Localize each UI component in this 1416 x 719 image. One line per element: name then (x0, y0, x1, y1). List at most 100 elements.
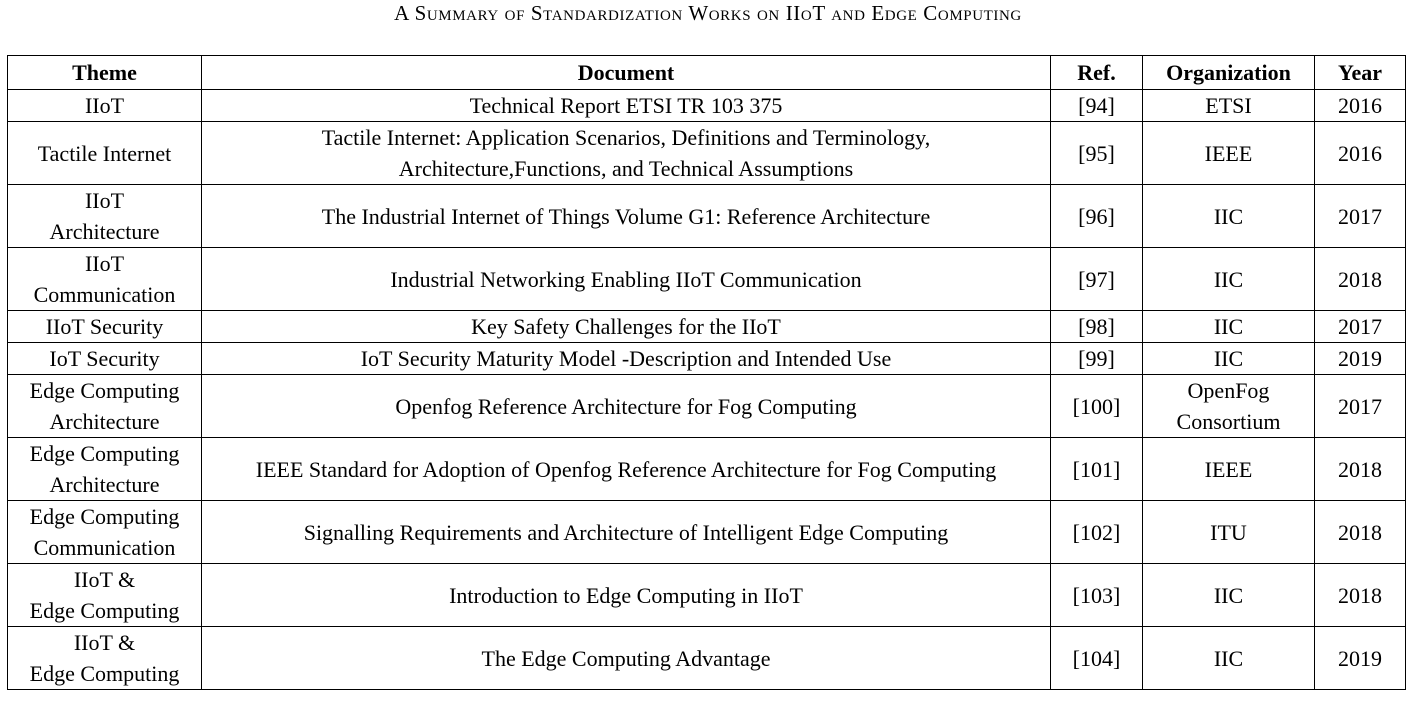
table-row: Edge Computing Architecture Openfog Refere… (7, 374, 1406, 438)
cell-document: IoT Security Maturity Model -Description… (201, 342, 1051, 375)
cell-theme: Edge Computing Communication (7, 500, 202, 564)
cell-theme: IIoT (7, 89, 202, 122)
cell-organization: OpenFog Consortium (1142, 374, 1315, 438)
cell-theme: Tactile Internet (7, 121, 202, 185)
cell-theme: IIoT & Edge Computing (7, 626, 202, 690)
header-row: Theme Document Ref. Organization Year (7, 55, 1406, 90)
cell-document-line: Key Safety Challenges for the IIoT (471, 314, 781, 339)
cell-document-line: Technical Report ETSI TR 103 375 (469, 93, 783, 118)
table-row: IoT Security IoT Security Maturity Model … (7, 342, 1406, 375)
cell-year: 2019 (1314, 342, 1406, 375)
cell-theme-line: Edge Computing (29, 504, 180, 529)
cell-theme-line: Architecture (49, 472, 160, 497)
cell-document-line: Openfog Reference Architecture for Fog C… (395, 393, 857, 419)
cell-ref: [99] (1050, 342, 1143, 375)
cell-theme-line: IIoT (84, 251, 125, 276)
table-header: Theme Document Ref. Organization Year (7, 55, 1406, 90)
cell-ref: [95] (1050, 121, 1143, 185)
cell-document: IEEE Standard for Adoption of Openfog Re… (201, 437, 1051, 501)
table-row: IIoT & Edge Computing The Edge Computing A… (7, 626, 1406, 690)
cell-year: 2016 (1314, 121, 1406, 185)
cell-theme-line: Communication (33, 535, 176, 560)
cell-organization: IIC (1142, 247, 1315, 311)
cell-document: Openfog Reference Architecture for Fog C… (201, 374, 1051, 438)
cell-document: Signalling Requirements and Architecture… (201, 500, 1051, 564)
cell-organization-line: IIC (1213, 266, 1244, 292)
header-year: Year (1314, 55, 1406, 90)
cell-organization: IIC (1142, 626, 1315, 690)
table-row: Tactile Internet Tactile Internet: Applic… (7, 121, 1406, 185)
table-row: IIoT Communication Industrial Networking E… (7, 247, 1406, 311)
cell-year: 2018 (1314, 247, 1406, 311)
header-ref: Ref. (1050, 55, 1143, 90)
cell-ref: [98] (1050, 310, 1143, 343)
cell-theme-line: Architecture (49, 409, 160, 434)
cell-document: Industrial Networking Enabling IIoT Comm… (201, 247, 1051, 311)
table-caption: A Summary of Standardization Works on II… (394, 1, 1022, 25)
cell-organization: IEEE (1142, 121, 1315, 185)
cell-organization: ETSI (1142, 89, 1315, 122)
cell-organization-line: OpenFog (1187, 378, 1270, 403)
header-document: Document (201, 55, 1051, 90)
cell-document-line: Architecture,Functions, and Technical As… (398, 156, 854, 181)
table-row: IIoT Architecture The Industrial Internet … (7, 184, 1406, 248)
cell-theme-line: Edge Computing (29, 661, 180, 686)
table-row: Edge Computing Architecture IEEE Standard … (7, 437, 1406, 501)
cell-theme-line: Edge Computing (29, 598, 180, 623)
table-row: IIoT Technical Report ETSI TR 103 375 [94]… (7, 89, 1406, 122)
cell-document: Tactile Internet: Application Scenarios,… (201, 121, 1051, 185)
cell-document: Key Safety Challenges for the IIoT (201, 310, 1051, 343)
cell-year: 2017 (1314, 310, 1406, 343)
cell-organization: IIC (1142, 310, 1315, 343)
cell-year: 2018 (1314, 500, 1406, 564)
cell-theme-line: IIoT Security (45, 314, 164, 339)
cell-year: 2017 (1314, 184, 1406, 248)
cell-theme-line: IIoT (84, 188, 125, 213)
cell-theme: IIoT Communication (7, 247, 202, 311)
cell-document-line: Industrial Networking Enabling IIoT Comm… (390, 266, 862, 292)
cell-organization: IIC (1142, 342, 1315, 375)
cell-organization-line: IIC (1213, 314, 1244, 339)
table-body: IIoT Technical Report ETSI TR 103 375 [94]… (7, 89, 1406, 690)
cell-year: 2018 (1314, 437, 1406, 501)
cell-organization-line: ITU (1210, 519, 1247, 545)
cell-theme-line: Architecture (49, 219, 160, 244)
cell-organization-line: IEEE (1204, 140, 1253, 166)
cell-theme-line: IIoT & (73, 630, 136, 655)
cell-document-line: IoT Security Maturity Model -Description… (360, 346, 892, 371)
table-row: IIoT & Edge Computing Introduction to Edge… (7, 563, 1406, 627)
cell-document: Introduction to Edge Computing in IIoT (201, 563, 1051, 627)
cell-ref: [103] (1050, 563, 1143, 627)
cell-theme-line: Edge Computing (29, 441, 180, 466)
cell-document: Technical Report ETSI TR 103 375 (201, 89, 1051, 122)
cell-year: 2016 (1314, 89, 1406, 122)
cell-theme: Edge Computing Architecture (7, 374, 202, 438)
table-row: IIoT Security Key Safety Challenges for t… (7, 310, 1406, 343)
standardization-table: Theme Document Ref. Organization Year II… (7, 55, 1406, 690)
header-organization: Organization (1142, 55, 1315, 90)
cell-document-line: IEEE Standard for Adoption of Openfog Re… (255, 456, 997, 482)
cell-ref: [97] (1050, 247, 1143, 311)
cell-organization: ITU (1142, 500, 1315, 564)
cell-ref: [96] (1050, 184, 1143, 248)
cell-theme: IIoT & Edge Computing (7, 563, 202, 627)
cell-theme: Edge Computing Architecture (7, 437, 202, 501)
cell-year: 2018 (1314, 563, 1406, 627)
cell-document: The Industrial Internet of Things Volume… (201, 184, 1051, 248)
cell-organization: IEEE (1142, 437, 1315, 501)
cell-organization-line: IIC (1213, 203, 1244, 229)
cell-document-line: The Edge Computing Advantage (481, 645, 771, 671)
cell-document-line: The Industrial Internet of Things Volume… (321, 203, 931, 229)
cell-theme-line: Edge Computing (29, 378, 180, 403)
cell-ref: [102] (1050, 500, 1143, 564)
cell-document: The Edge Computing Advantage (201, 626, 1051, 690)
cell-year: 2019 (1314, 626, 1406, 690)
cell-organization-line: Consortium (1176, 409, 1281, 434)
cell-organization-line: ETSI (1205, 93, 1252, 118)
cell-document-line: Introduction to Edge Computing in IIoT (449, 582, 803, 608)
cell-ref: [100] (1050, 374, 1143, 438)
cell-ref: [94] (1050, 89, 1143, 122)
cell-year: 2017 (1314, 374, 1406, 438)
cell-organization-line: IIC (1213, 645, 1244, 671)
cell-theme-line: Communication (33, 282, 176, 307)
